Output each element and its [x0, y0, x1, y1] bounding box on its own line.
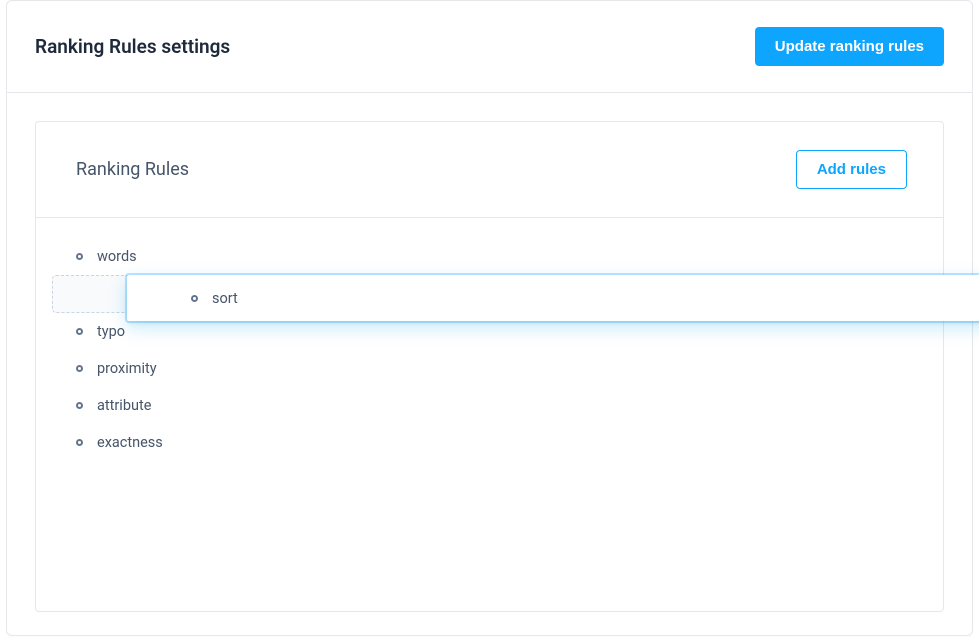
drag-handle-icon[interactable] — [76, 328, 83, 335]
rule-label: exactness — [97, 434, 163, 451]
rule-label: attribute — [97, 397, 151, 414]
rule-item[interactable]: exactness — [52, 424, 927, 461]
card-header: Ranking Rules settings Update ranking ru… — [7, 1, 972, 93]
drag-handle-icon[interactable] — [191, 295, 198, 302]
rule-item-dragging[interactable]: sort — [127, 275, 979, 321]
rule-item[interactable]: proximity — [52, 350, 927, 387]
page-title: Ranking Rules settings — [35, 35, 230, 58]
update-ranking-rules-button[interactable]: Update ranking rules — [755, 27, 944, 66]
rules-panel-header: Ranking Rules Add rules — [36, 122, 943, 218]
rules-panel: Ranking Rules Add rules words typo proxi… — [35, 121, 944, 612]
rules-panel-title: Ranking Rules — [76, 159, 189, 180]
rule-label: sort — [212, 290, 238, 307]
drag-handle-icon[interactable] — [76, 365, 83, 372]
rules-list: words typo proximity attribute — [36, 218, 943, 481]
drag-handle-icon[interactable] — [76, 402, 83, 409]
drag-handle-icon[interactable] — [76, 253, 83, 260]
rule-label: typo — [97, 323, 125, 340]
add-rules-button[interactable]: Add rules — [796, 150, 907, 189]
rule-label: proximity — [97, 360, 157, 377]
rule-label: words — [97, 248, 137, 265]
card-body: Ranking Rules Add rules words typo proxi… — [7, 93, 972, 640]
rule-item[interactable]: words — [52, 238, 927, 275]
rule-item[interactable]: attribute — [52, 387, 927, 424]
drag-handle-icon[interactable] — [76, 439, 83, 446]
